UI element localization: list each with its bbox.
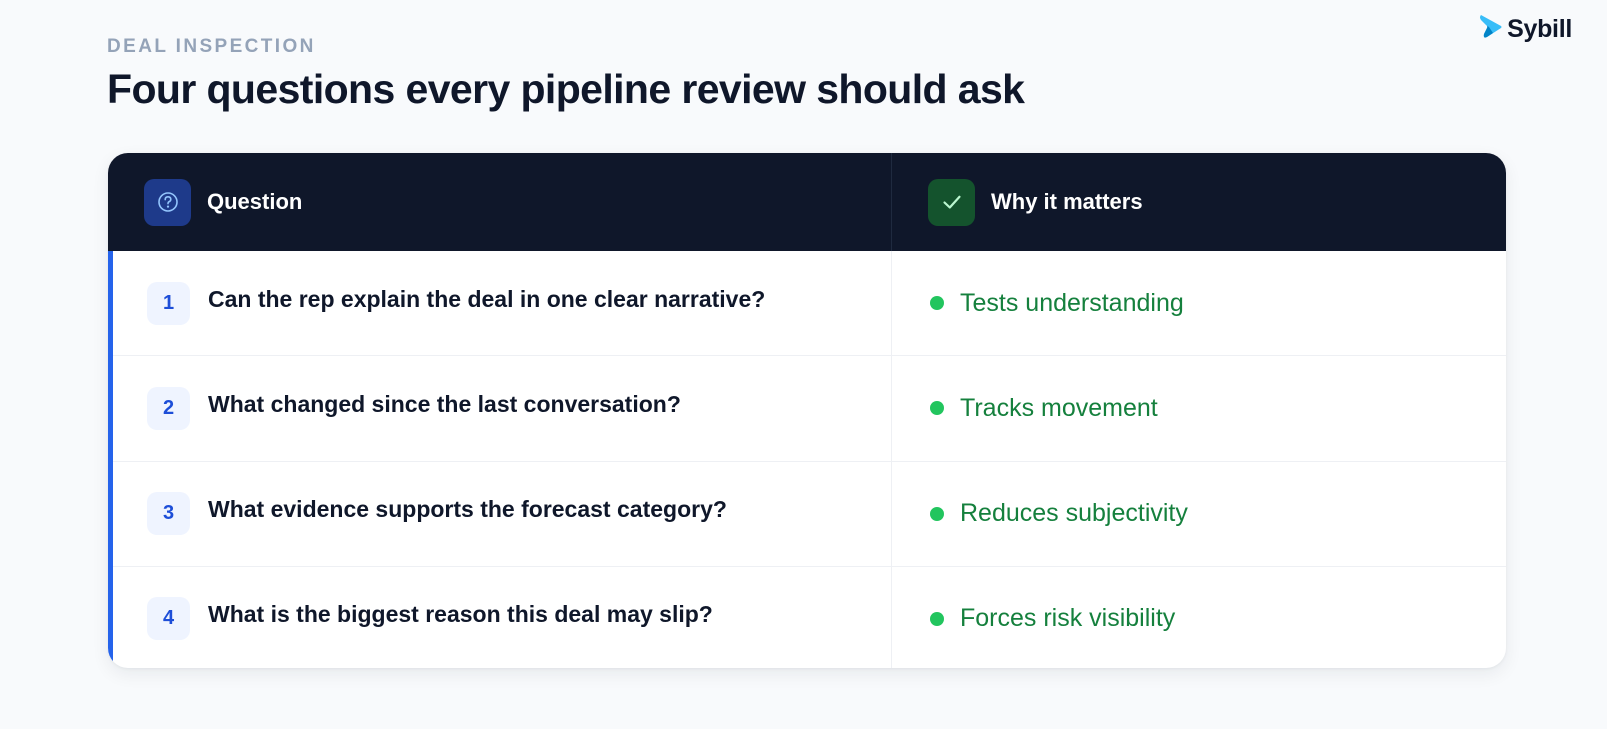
why-cell: Tests understanding [892, 251, 1506, 355]
row-number-badge: 2 [147, 386, 190, 430]
table-row: 2 What changed since the last conversati… [108, 356, 1506, 462]
status-dot-icon [930, 611, 944, 626]
row-number-badge: 1 [147, 281, 190, 325]
row-number-badge: 4 [147, 597, 190, 641]
row-number-badge: 3 [147, 492, 190, 536]
status-dot-icon [930, 401, 944, 416]
table-header: Question Why it matters [108, 153, 1506, 251]
accent-bar [108, 251, 113, 668]
table-row: 3 What evidence supports the forecast ca… [108, 461, 1506, 567]
question-cell: 3 What evidence supports the forecast ca… [108, 461, 892, 566]
brand-name: Sybill [1507, 15, 1572, 43]
check-icon [928, 178, 975, 226]
column-header-why: Why it matters [892, 153, 1506, 251]
question-circle-icon [144, 178, 191, 226]
question-cell: 4 What is the biggest reason this deal m… [108, 566, 892, 668]
page-title: Four questions every pipeline review sho… [107, 66, 1025, 112]
status-dot-icon [930, 296, 944, 311]
column-header-question: Question [108, 153, 892, 251]
status-dot-icon [930, 506, 944, 521]
question-text: What changed since the last conversation… [208, 390, 681, 417]
why-cell: Reduces subjectivity [892, 462, 1506, 566]
why-text: Tests understanding [960, 288, 1184, 317]
why-text: Forces risk visibility [960, 604, 1176, 633]
table-row: 1 Can the rep explain the deal in one cl… [108, 251, 1506, 357]
question-text: What evidence supports the forecast cate… [208, 496, 727, 523]
question-cell: 2 What changed since the last conversati… [108, 356, 892, 461]
question-text: Can the rep explain the deal in one clea… [208, 285, 766, 312]
sybill-logo-icon [1479, 14, 1503, 45]
questions-table: Question Why it matters 1 Can the rep ex… [108, 153, 1506, 668]
question-cell: 1 Can the rep explain the deal in one cl… [108, 251, 892, 356]
table-row: 4 What is the biggest reason this deal m… [108, 566, 1506, 668]
why-cell: Tracks movement [892, 356, 1506, 460]
why-text: Reduces subjectivity [960, 499, 1188, 528]
table-body: 1 Can the rep explain the deal in one cl… [108, 251, 1506, 668]
column-header-label: Question [207, 189, 303, 214]
column-header-label: Why it matters [991, 189, 1143, 214]
question-text: What is the biggest reason this deal may… [208, 601, 713, 628]
eyebrow-label: DEAL INSPECTION [107, 36, 316, 57]
why-cell: Forces risk visibility [892, 567, 1506, 668]
brand-logo: Sybill [1479, 14, 1572, 45]
why-text: Tracks movement [960, 393, 1158, 422]
